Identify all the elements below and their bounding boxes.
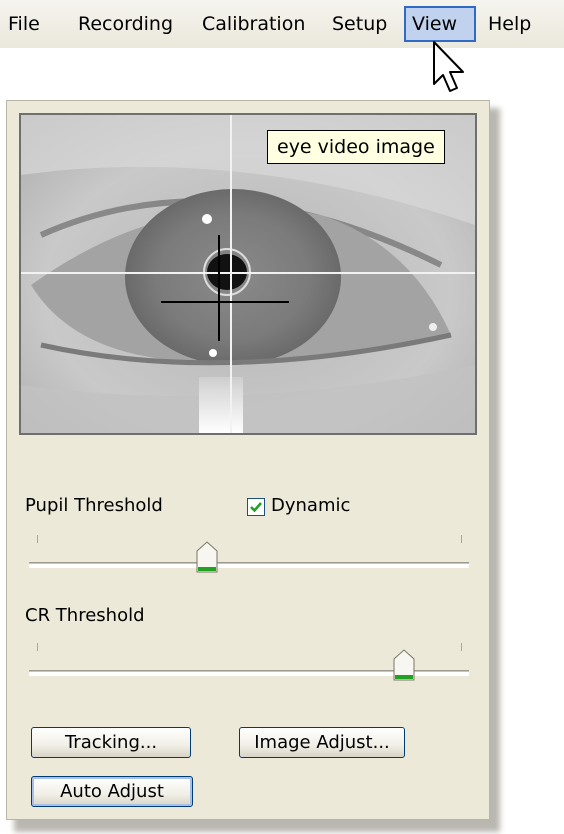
pupil-threshold-slider[interactable] — [29, 535, 469, 595]
eye-tracking-panel: eye video image Pupil Threshold Dynamic … — [6, 100, 490, 820]
checkmark-icon — [250, 502, 262, 513]
slider-tick-max — [461, 643, 462, 651]
menu-setup[interactable]: Setup — [326, 6, 393, 42]
slider-tick-min — [37, 643, 38, 651]
slider-tick-max — [461, 535, 462, 543]
menu-help[interactable]: Help — [482, 6, 537, 42]
menu-recording[interactable]: Recording — [72, 6, 179, 42]
slider-track — [29, 562, 469, 568]
pupil-threshold-label: Pupil Threshold — [25, 495, 163, 516]
dynamic-label: Dynamic — [271, 495, 351, 516]
video-tooltip: eye video image — [267, 130, 445, 164]
slider-tick-min — [37, 535, 38, 543]
arrow-cursor-icon — [433, 41, 464, 92]
slider-thumb-icon[interactable] — [196, 541, 218, 573]
menu-bar: File Recording Calibration Setup View He… — [0, 0, 564, 48]
slider-thumb-icon[interactable] — [393, 649, 415, 681]
menu-file[interactable]: File — [2, 6, 46, 42]
tracking-button[interactable]: Tracking... — [31, 727, 191, 758]
cr-threshold-label: CR Threshold — [25, 605, 145, 626]
auto-adjust-button[interactable]: Auto Adjust — [31, 776, 193, 807]
dynamic-checkbox[interactable] — [247, 498, 265, 516]
image-adjust-button[interactable]: Image Adjust... — [239, 727, 405, 758]
menu-view[interactable]: View — [404, 6, 476, 42]
menu-calibration[interactable]: Calibration — [196, 6, 311, 42]
cr-threshold-slider[interactable] — [29, 643, 469, 703]
